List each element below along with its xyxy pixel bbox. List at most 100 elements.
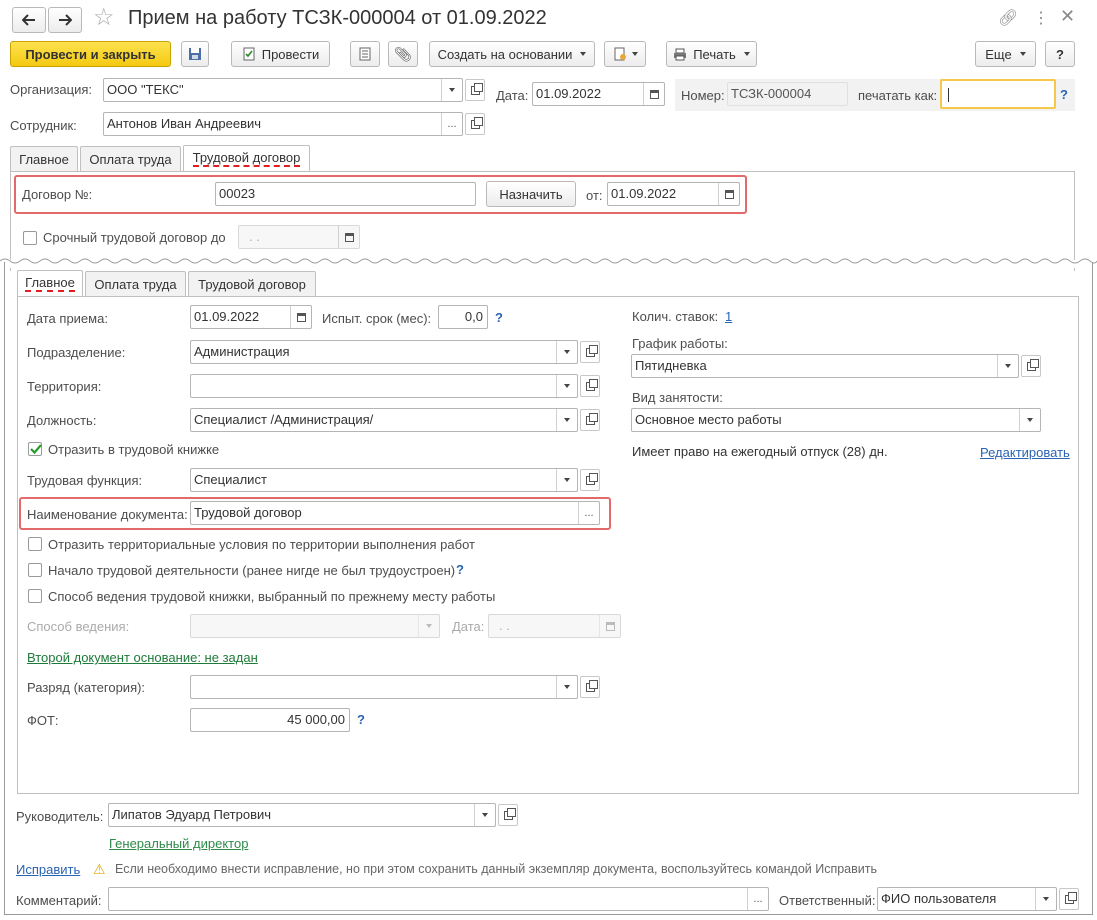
- organization-dropdown[interactable]: [441, 79, 462, 101]
- position-field[interactable]: Специалист /Администрация/: [190, 408, 578, 432]
- schedule-dropdown[interactable]: [997, 355, 1018, 377]
- organization-field[interactable]: ООО "ТЕКС": [103, 78, 463, 102]
- fix-link[interactable]: Исправить: [16, 862, 80, 877]
- manager-position-link[interactable]: Генеральный директор: [109, 836, 248, 851]
- assign-button[interactable]: Назначить: [486, 181, 576, 207]
- fixed-term-checkbox[interactable]: [23, 231, 37, 245]
- workbook-method-checkbox[interactable]: [28, 589, 42, 603]
- manager-dropdown[interactable]: [474, 804, 495, 826]
- inner-tab-contract[interactable]: Трудовой договор: [188, 271, 316, 296]
- fixed-term-date-field[interactable]: . .: [238, 225, 360, 249]
- print-button[interactable]: Печать: [666, 41, 757, 67]
- fixed-term-calendar-button[interactable]: [338, 226, 359, 248]
- fot-field[interactable]: 45 000,00: [190, 708, 350, 732]
- position-open-button[interactable]: [580, 409, 600, 431]
- post-and-close-button[interactable]: Провести и закрыть: [10, 41, 171, 67]
- territory-open-button[interactable]: [580, 375, 600, 397]
- top-tab-main-label: Главное: [19, 151, 69, 167]
- territory-dropdown[interactable]: [556, 375, 577, 397]
- create-based-on-button[interactable]: Создать на основании: [429, 41, 595, 67]
- top-tab-contract[interactable]: Трудовой договор: [183, 145, 310, 171]
- report-button[interactable]: [350, 41, 380, 67]
- favorite-star-icon[interactable]: ☆: [93, 6, 115, 30]
- contract-number-field[interactable]: 00023: [215, 182, 476, 206]
- inner-tab-payment[interactable]: Оплата труда: [85, 271, 186, 296]
- open-window-icon: [470, 82, 483, 95]
- labor-function-open-button[interactable]: [580, 469, 600, 491]
- employee-field[interactable]: Антонов Иван Андреевич ...: [103, 112, 463, 136]
- comment-edit-button[interactable]: ...: [747, 888, 768, 910]
- manager-open-button[interactable]: [498, 804, 518, 826]
- probation-value: 0,0: [464, 309, 483, 324]
- rates-value-link[interactable]: 1: [725, 309, 732, 324]
- responsible-open-button[interactable]: [1059, 888, 1079, 910]
- contract-date-calendar-button[interactable]: [718, 183, 739, 205]
- top-tab-main[interactable]: Главное: [10, 146, 78, 171]
- employee-select-button[interactable]: ...: [441, 113, 462, 135]
- window-title: Прием на работу ТСЗК-000004 от 01.09.202…: [128, 7, 547, 29]
- department-dropdown[interactable]: [556, 341, 577, 363]
- chevron-down-icon: [564, 418, 570, 422]
- doc-actions-button[interactable]: [604, 41, 646, 67]
- save-button[interactable]: [181, 41, 209, 67]
- probation-help-icon[interactable]: ?: [495, 310, 503, 325]
- territory-field[interactable]: [190, 374, 578, 398]
- second-document-link[interactable]: Второй документ основание: не задан: [27, 650, 258, 665]
- department-field[interactable]: Администрация: [190, 340, 578, 364]
- document-name-field[interactable]: Трудовой договор ...: [190, 501, 600, 525]
- grade-dropdown[interactable]: [556, 676, 577, 698]
- date-field[interactable]: 01.09.2022: [532, 82, 665, 106]
- employee-open-button[interactable]: [465, 113, 485, 135]
- employment-field[interactable]: Основное место работы: [631, 408, 1041, 432]
- probation-field[interactable]: 0,0: [438, 305, 488, 329]
- warning-icon: ⚠: [93, 861, 106, 877]
- department-value: Администрация: [194, 344, 290, 359]
- more-vertical-icon[interactable]: ⋮: [1033, 8, 1049, 28]
- printer-icon: [674, 48, 687, 60]
- attach-button[interactable]: 📎︎: [388, 41, 418, 67]
- grade-open-button[interactable]: [580, 676, 600, 698]
- top-tab-payment[interactable]: Оплата труда: [80, 146, 181, 171]
- forward-button[interactable]: [48, 7, 82, 33]
- edit-vacation-link[interactable]: Редактировать: [980, 445, 1070, 460]
- link-icon[interactable]: 🔗︎: [998, 8, 1018, 28]
- career-start-help-icon[interactable]: ?: [456, 562, 464, 577]
- organization-open-button[interactable]: [465, 79, 485, 101]
- hire-date-field[interactable]: 01.09.2022: [190, 305, 312, 329]
- position-dropdown[interactable]: [556, 409, 577, 431]
- post-button[interactable]: Провести: [231, 41, 330, 67]
- document-name-value: Трудовой договор: [194, 505, 302, 520]
- chevron-down-icon: [1043, 897, 1049, 901]
- responsible-field[interactable]: ФИО пользователя: [877, 887, 1057, 911]
- more-button[interactable]: Еще: [975, 41, 1036, 67]
- chevron-down-icon: [564, 685, 570, 689]
- schedule-field[interactable]: Пятидневка: [631, 354, 1019, 378]
- method-field: [190, 614, 440, 638]
- labor-function-dropdown[interactable]: [556, 469, 577, 491]
- hire-date-calendar-button[interactable]: [290, 306, 311, 328]
- document-name-select-button[interactable]: ...: [578, 502, 599, 524]
- print-as-field[interactable]: [940, 79, 1056, 109]
- labor-function-field[interactable]: Специалист: [190, 468, 578, 492]
- open-window-icon: [1026, 358, 1039, 371]
- responsible-dropdown[interactable]: [1035, 888, 1056, 910]
- back-button[interactable]: [12, 7, 46, 33]
- contract-date-field[interactable]: 01.09.2022: [607, 182, 740, 206]
- grade-field[interactable]: [190, 675, 578, 699]
- employment-dropdown[interactable]: [1019, 409, 1040, 431]
- print-as-help-icon[interactable]: ?: [1060, 87, 1068, 102]
- territorial-conditions-checkbox[interactable]: [28, 537, 42, 551]
- manager-field[interactable]: Липатов Эдуард Петрович: [108, 803, 496, 827]
- comment-field[interactable]: ...: [108, 887, 769, 911]
- department-open-button[interactable]: [580, 341, 600, 363]
- career-start-checkbox[interactable]: [28, 563, 42, 577]
- reflect-workbook-checkbox[interactable]: [28, 442, 42, 456]
- help-button[interactable]: ?: [1045, 41, 1075, 67]
- inner-tab-main[interactable]: Главное: [17, 270, 83, 296]
- fot-help-icon[interactable]: ?: [357, 712, 365, 727]
- schedule-open-button[interactable]: [1021, 355, 1041, 377]
- calendar-icon: [605, 621, 615, 631]
- close-icon[interactable]: ✕: [1060, 6, 1075, 27]
- fot-label: ФОТ:: [27, 713, 59, 728]
- date-calendar-button[interactable]: [643, 83, 664, 105]
